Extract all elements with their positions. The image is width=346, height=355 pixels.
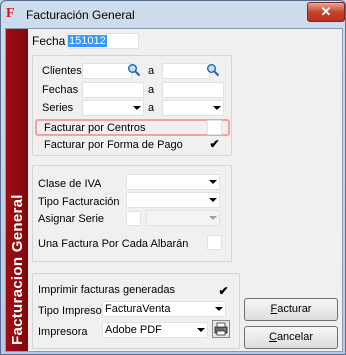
clientes-to-input[interactable]: [162, 63, 210, 79]
clientes-from-search-icon[interactable]: [127, 63, 141, 77]
una-factura-checkbox[interactable]: [207, 235, 222, 250]
chevron-down-icon[interactable]: [206, 193, 219, 207]
fecha-input[interactable]: 151012: [67, 33, 139, 49]
sidebar-title: Facturacion General: [9, 194, 26, 345]
tipo-impreso-label: Tipo Impreso: [38, 305, 102, 317]
clientes-to-search-icon[interactable]: [206, 63, 220, 77]
imprimir-checkbox[interactable]: ✔: [216, 284, 231, 299]
series-label: Series: [42, 102, 74, 114]
printer-icon[interactable]: [212, 320, 230, 338]
tipo-facturacion-label: Tipo Facturación: [38, 196, 120, 208]
facturar-centros-label: Facturar por Centros: [44, 122, 146, 134]
close-button[interactable]: ✕: [307, 2, 345, 22]
clase-iva-select[interactable]: [126, 174, 220, 190]
chevron-down-icon[interactable]: [194, 323, 207, 337]
series-a-label: a: [148, 102, 155, 114]
tipo-impreso-value: FacturaVenta: [105, 303, 171, 315]
clase-iva-label: Clase de IVA: [38, 178, 102, 190]
imprimir-label: Imprimir facturas generadas: [38, 284, 175, 296]
clientes-a-label: a: [148, 65, 155, 77]
dialog-body: Facturacion General Fecha 151012 Cliente…: [5, 28, 343, 352]
asignar-serie-checkbox[interactable]: [126, 211, 141, 226]
impresora-label: Impresora: [38, 326, 88, 338]
series-from-select[interactable]: [82, 100, 144, 116]
una-factura-label: Una Factura Por Cada Albarán: [38, 238, 189, 250]
fechas-to-input[interactable]: [162, 82, 224, 98]
chevron-down-icon[interactable]: [130, 101, 143, 115]
sidebar-banner: Facturacion General: [6, 29, 28, 351]
tipo-impreso-select[interactable]: FacturaVenta: [102, 301, 226, 317]
facturar-forma-pago-label: Facturar por Forma de Pago: [44, 139, 183, 151]
facturar-centros-checkbox[interactable]: [207, 120, 222, 135]
chevron-down-icon[interactable]: [212, 302, 225, 316]
fechas-label: Fechas: [42, 84, 79, 96]
clientes-from-input[interactable]: [82, 63, 132, 79]
app-logo-icon: F: [6, 6, 15, 21]
chevron-down-icon[interactable]: [210, 101, 223, 115]
clientes-label: Clientes: [42, 65, 82, 77]
asignar-serie-select[interactable]: [146, 210, 220, 226]
window-title: Facturación General: [26, 8, 135, 22]
impresora-select[interactable]: Adobe PDF: [102, 322, 208, 338]
title-bar: F Facturación General ✕: [1, 1, 345, 29]
fechas-from-input[interactable]: [82, 82, 144, 98]
series-to-select[interactable]: [162, 100, 224, 116]
facturar-button[interactable]: Facturar: [244, 298, 338, 321]
cancelar-button[interactable]: Cancelar: [244, 326, 338, 349]
chevron-down-icon[interactable]: [206, 175, 219, 189]
impresora-value: Adobe PDF: [105, 324, 162, 336]
fecha-label: Fecha: [32, 34, 66, 48]
facturar-forma-pago-checkbox[interactable]: ✔: [207, 137, 222, 152]
chevron-down-icon[interactable]: [206, 211, 219, 225]
fechas-a-label: a: [148, 84, 155, 96]
tipo-facturacion-select[interactable]: [126, 192, 220, 208]
main-window: F Facturación General ✕ Facturacion Gene…: [0, 0, 346, 355]
fecha-value: 151012: [68, 35, 107, 47]
asignar-serie-label: Asignar Serie: [38, 213, 105, 225]
